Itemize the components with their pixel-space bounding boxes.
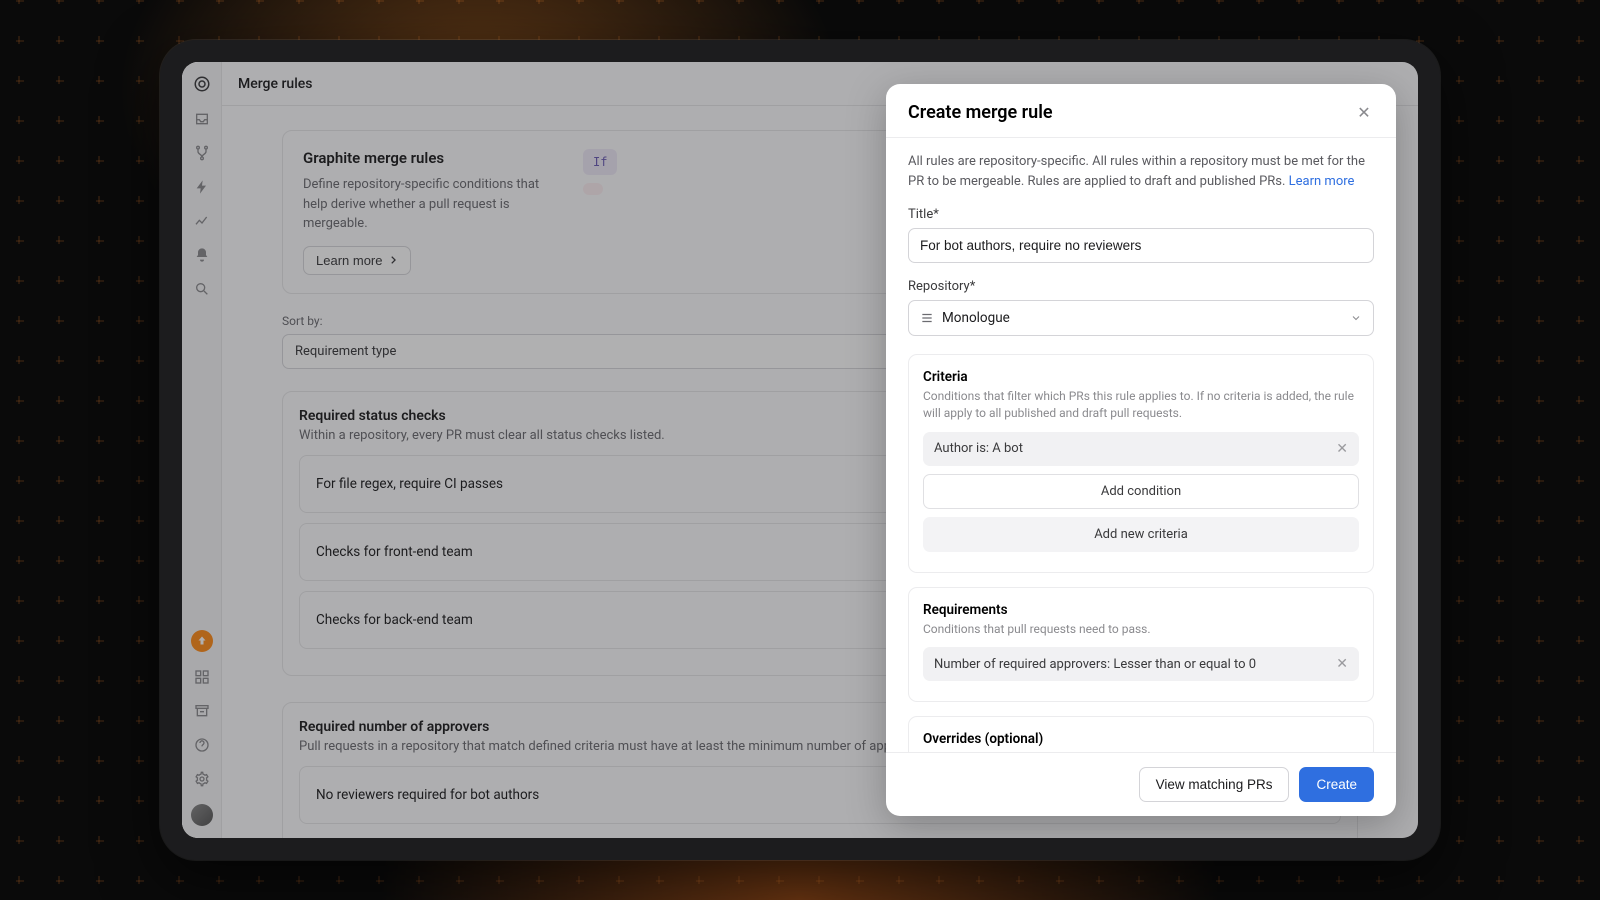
modal-header: Create merge rule ✕ <box>886 84 1396 138</box>
criteria-chip[interactable]: Author is: A bot ✕ <box>923 432 1359 466</box>
title-label: Title* <box>908 207 1374 222</box>
modal-title: Create merge rule <box>908 102 1053 123</box>
repo-label: Repository* <box>908 279 1374 294</box>
learn-more-link[interactable]: Learn more <box>1289 174 1355 189</box>
title-input[interactable] <box>908 228 1374 263</box>
requirements-sub: Conditions that pull requests need to pa… <box>923 621 1359 638</box>
create-rule-modal: Create merge rule ✕ All rules are reposi… <box>886 84 1396 816</box>
list-icon <box>920 311 934 325</box>
overrides-group: Overrides (optional) Exclude pull reques… <box>908 716 1374 752</box>
requirements-group: Requirements Conditions that pull reques… <box>908 587 1374 703</box>
modal-description: All rules are repository-specific. All r… <box>908 152 1374 191</box>
criteria-group: Criteria Conditions that filter which PR… <box>908 354 1374 573</box>
view-matching-button[interactable]: View matching PRs <box>1139 767 1290 802</box>
overrides-title: Overrides (optional) <box>923 731 1359 747</box>
close-icon[interactable]: ✕ <box>1354 103 1374 123</box>
create-button[interactable]: Create <box>1299 767 1374 802</box>
requirement-chip-text: Number of required approvers: Lesser tha… <box>934 657 1256 672</box>
app-window: Merge rules Graphite merge rules Define … <box>182 62 1418 838</box>
repo-select[interactable]: Monologue <box>908 300 1374 336</box>
add-criteria-button[interactable]: Add new criteria <box>923 517 1359 552</box>
chevron-down-icon <box>1350 312 1362 324</box>
device-frame: Merge rules Graphite merge rules Define … <box>160 40 1440 860</box>
repo-value: Monologue <box>942 310 1010 326</box>
modal-body: All rules are repository-specific. All r… <box>886 138 1396 752</box>
requirements-title: Requirements <box>923 602 1359 618</box>
remove-icon[interactable]: ✕ <box>1336 441 1348 457</box>
criteria-title: Criteria <box>923 369 1359 385</box>
criteria-sub: Conditions that filter which PRs this ru… <box>923 388 1359 422</box>
modal-footer: View matching PRs Create <box>886 752 1396 816</box>
remove-icon[interactable]: ✕ <box>1336 656 1348 672</box>
requirement-chip[interactable]: Number of required approvers: Lesser tha… <box>923 647 1359 681</box>
add-condition-button[interactable]: Add condition <box>923 474 1359 509</box>
criteria-chip-text: Author is: A bot <box>934 441 1023 456</box>
